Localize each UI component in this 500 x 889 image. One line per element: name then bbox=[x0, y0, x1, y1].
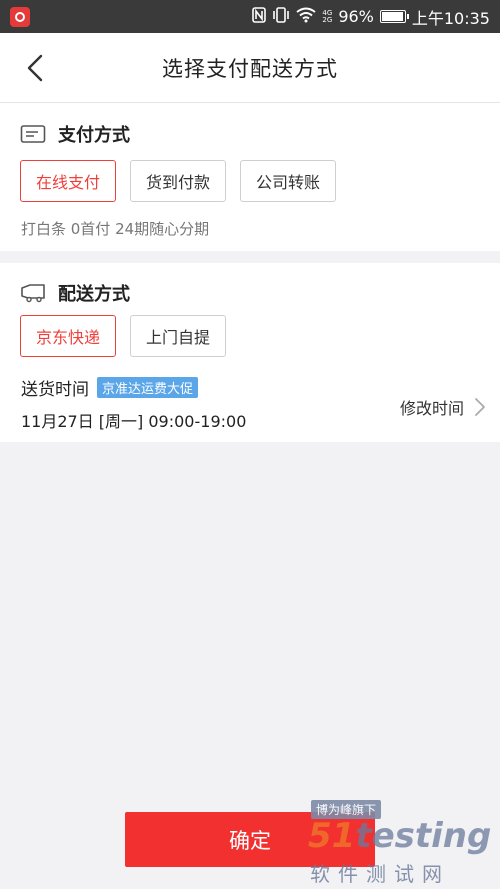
delivery-label: 送货时间 bbox=[21, 380, 89, 400]
nfc-icon bbox=[252, 6, 267, 27]
page-title: 选择支付配送方式 bbox=[162, 56, 338, 81]
modify-time-label: 修改时间 bbox=[399, 399, 464, 418]
shipping-options: 京东快递 上门自提 bbox=[20, 315, 227, 357]
shipping-title: 配送方式 bbox=[58, 284, 130, 305]
status-time: 上午10:35 bbox=[411, 8, 490, 28]
truck-icon bbox=[21, 284, 45, 303]
card-icon bbox=[20, 125, 46, 143]
chevron-left-icon bbox=[27, 54, 43, 82]
battery-percent: 96% bbox=[338, 7, 374, 26]
shipping-section: 配送方式 京东快递 上门自提 送货时间 京准达运费大促 11月27日 [周一] … bbox=[0, 263, 500, 442]
modify-time-link[interactable]: 修改时间 bbox=[400, 395, 486, 419]
signal-label-bottom: 2G bbox=[322, 15, 333, 24]
status-left bbox=[10, 6, 30, 27]
app-icon bbox=[10, 6, 30, 27]
shipping-option-jd-express[interactable]: 京东快递 bbox=[20, 315, 117, 357]
payment-option-cod[interactable]: 货到付款 bbox=[130, 160, 227, 202]
promo-badge: 京准达运费大促 bbox=[97, 377, 199, 398]
status-right: 4G 2G 96% 上午10:35 bbox=[252, 5, 490, 29]
watermark-logo-main: testing bbox=[355, 816, 492, 856]
battery-icon bbox=[379, 10, 409, 23]
payment-option-online[interactable]: 在线支付 bbox=[20, 160, 117, 202]
payment-hint: 打白条 0首付 24期随心分期 bbox=[21, 220, 210, 238]
vibrate-icon bbox=[272, 6, 290, 27]
payment-option-transfer[interactable]: 公司转账 bbox=[240, 160, 337, 202]
status-bar: 4G 2G 96% 上午10:35 bbox=[0, 0, 500, 33]
back-button[interactable] bbox=[18, 51, 52, 85]
delivery-label-row: 送货时间 京准达运费大促 bbox=[21, 375, 199, 400]
shipping-heading: 配送方式 bbox=[20, 280, 130, 306]
confirm-button[interactable]: 确定 bbox=[125, 812, 375, 867]
page-header: 选择支付配送方式 bbox=[0, 33, 500, 103]
payment-section: 支付方式 在线支付 货到付款 公司转账 打白条 0首付 24期随心分期 bbox=[0, 103, 500, 251]
signal-icon: 4G 2G bbox=[322, 9, 333, 24]
chevron-right-icon bbox=[475, 398, 485, 416]
payment-title: 支付方式 bbox=[58, 125, 130, 146]
wifi-icon bbox=[296, 7, 317, 27]
payment-heading: 支付方式 bbox=[20, 121, 130, 147]
shipping-option-pickup[interactable]: 上门自提 bbox=[130, 315, 227, 357]
delivery-time: 11月27日 [周一] 09:00-19:00 bbox=[21, 412, 247, 431]
payment-options: 在线支付 货到付款 公司转账 bbox=[20, 160, 337, 202]
